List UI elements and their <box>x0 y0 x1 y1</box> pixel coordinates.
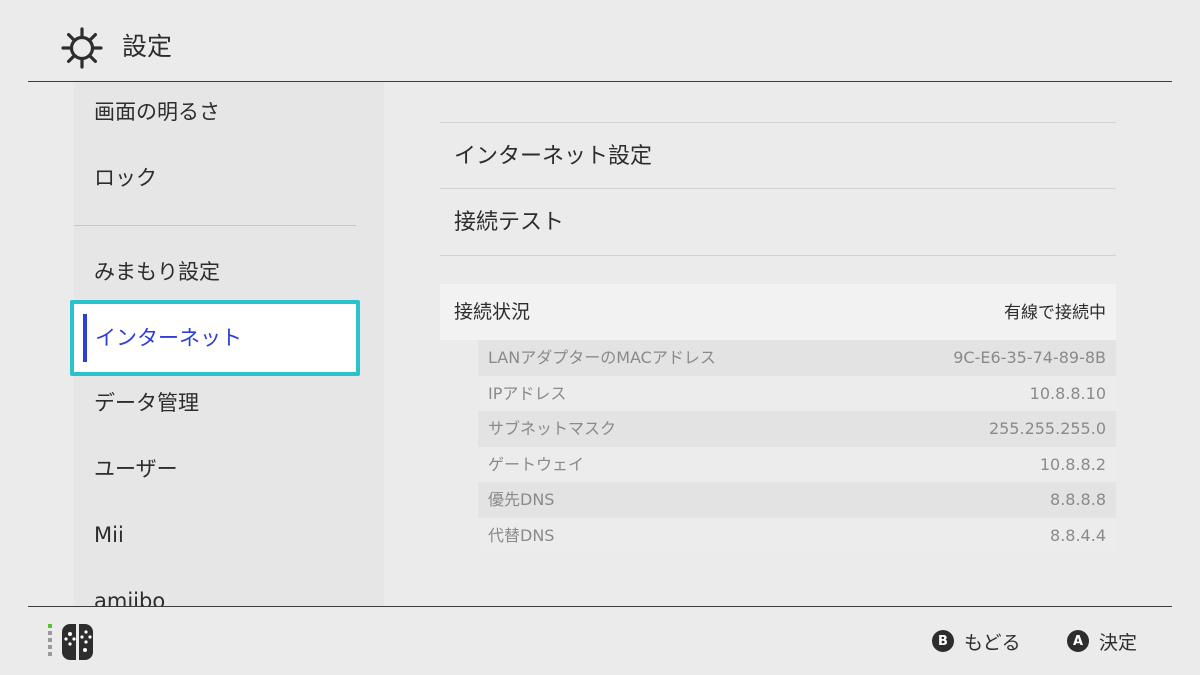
sidebar-item-label: インターネット <box>95 326 242 350</box>
sidebar-item-mii[interactable]: Mii <box>94 521 124 549</box>
detail-value: 9C-E6-35-74-89-8B <box>953 348 1106 367</box>
sidebar-item-data-management[interactable]: データ管理 <box>94 389 199 417</box>
selection-indicator <box>83 314 87 362</box>
confirm-hint[interactable]: A 決定 <box>1067 626 1137 656</box>
sidebar-divider <box>74 225 356 226</box>
sidebar[interactable]: 画面の明るさ ロック みまもり設定 インターネット データ管理 ユーザー Mii… <box>28 82 384 606</box>
footer-divider <box>28 606 1172 607</box>
joycon-icon <box>48 624 93 660</box>
detail-label: LANアダプターのMACアドレス <box>488 348 716 367</box>
header: 設定 <box>0 0 1200 82</box>
sidebar-item-amiibo[interactable]: amiibo <box>94 587 165 606</box>
sidebar-item-users[interactable]: ユーザー <box>94 455 178 483</box>
sidebar-item-brightness[interactable]: 画面の明るさ <box>94 98 220 126</box>
connection-test-item[interactable]: 接続テスト <box>454 208 564 238</box>
a-button-icon: A <box>1067 630 1089 652</box>
detail-value: 8.8.8.8 <box>1050 490 1106 509</box>
sidebar-item-parental-controls[interactable]: みまもり設定 <box>94 258 220 286</box>
detail-row-secondary-dns: 代替DNS 8.8.4.4 <box>478 517 1116 553</box>
back-hint[interactable]: B もどる <box>932 626 1021 656</box>
connection-status-row: 接続状況 有線で接続中 <box>440 284 1116 340</box>
detail-value: 10.8.8.2 <box>1039 454 1106 474</box>
connection-details: LANアダプターのMACアドレス 9C-E6-35-74-89-8B IPアドレ… <box>478 340 1116 553</box>
detail-value: 8.8.4.4 <box>1050 525 1106 545</box>
detail-row-primary-dns: 優先DNS 8.8.8.8 <box>478 482 1116 518</box>
detail-row-subnet: サブネットマスク 255.255.255.0 <box>478 411 1116 447</box>
main-panel: インターネット設定 接続テスト 接続状況 有線で接続中 LANアダプターのMAC… <box>440 82 1116 606</box>
detail-label: ゲートウェイ <box>488 454 585 474</box>
b-button-icon: B <box>932 630 954 652</box>
divider <box>440 122 1116 123</box>
internet-settings-item[interactable]: インターネット設定 <box>454 142 652 172</box>
connection-status-label: 接続状況 <box>454 301 531 323</box>
detail-label: IPアドレス <box>488 383 567 403</box>
detail-row-gateway: ゲートウェイ 10.8.8.2 <box>478 446 1116 482</box>
divider <box>440 255 1116 256</box>
confirm-label: 決定 <box>1099 631 1138 654</box>
sidebar-item-lock[interactable]: ロック <box>94 164 157 192</box>
sidebar-item-internet[interactable]: インターネット <box>70 300 360 376</box>
back-label: もどる <box>964 631 1021 654</box>
detail-value: 255.255.255.0 <box>988 419 1106 438</box>
detail-label: 優先DNS <box>488 490 555 509</box>
page-title: 設定 <box>122 32 173 61</box>
detail-value: 10.8.8.10 <box>1029 383 1106 403</box>
detail-row-mac: LANアダプターのMACアドレス 9C-E6-35-74-89-8B <box>478 340 1116 376</box>
detail-label: サブネットマスク <box>488 419 617 438</box>
divider <box>440 188 1116 189</box>
gear-icon <box>61 27 103 69</box>
connection-status-value: 有線で接続中 <box>1004 303 1106 323</box>
detail-label: 代替DNS <box>488 525 555 545</box>
detail-row-ip: IPアドレス 10.8.8.10 <box>478 375 1116 411</box>
